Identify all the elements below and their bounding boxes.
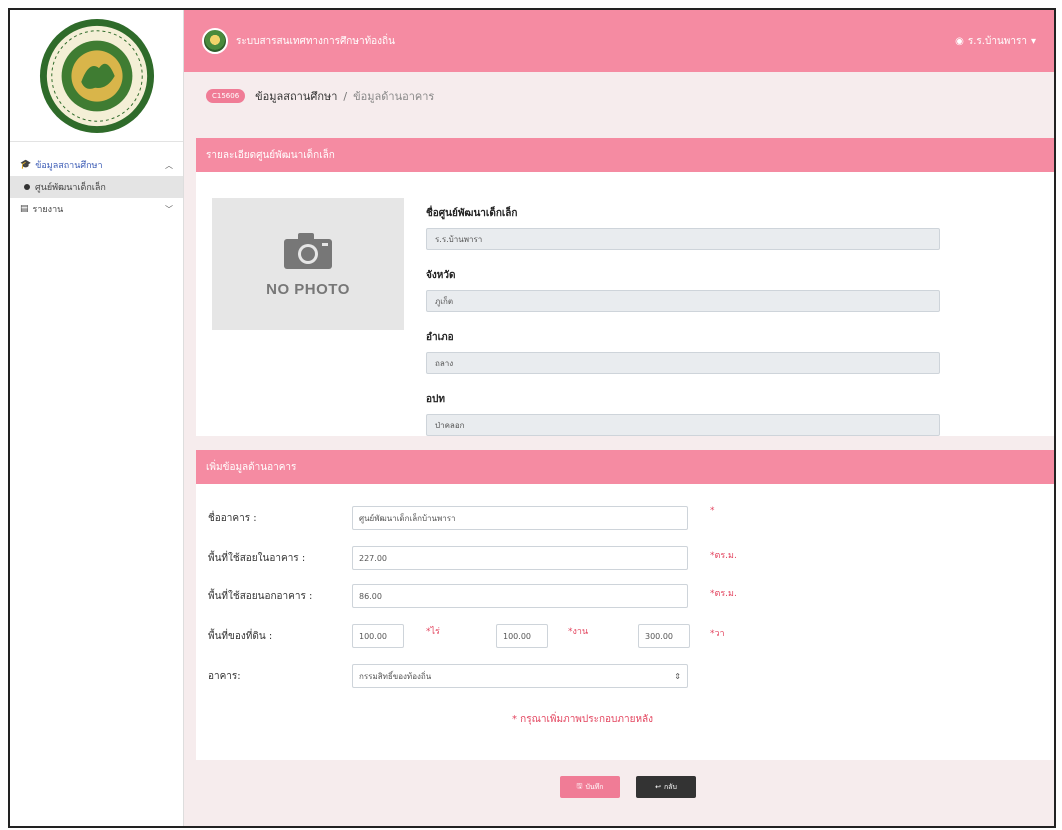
local-admin-label: อปท — [426, 394, 445, 405]
center-name-label: ชื่อศูนย์พัฒนาเด็กเล็ก — [426, 208, 518, 219]
back-label: กลับ — [663, 783, 677, 791]
sidebar-item-child-center[interactable]: ศูนย์พัฒนาเด็กเล็ก — [10, 176, 183, 198]
app-logo-icon — [202, 28, 228, 54]
land-ngan-input[interactable]: 100.00 — [496, 624, 548, 648]
rai-unit: *ไร่ — [426, 627, 440, 637]
building-form-card: เพิ่มข้อมูลด้านอาคาร ชื่ออาคาร : ศูนย์พั… — [196, 450, 1054, 760]
outdoor-area-label: พื้นที่ใช้สอยนอกอาคาร : — [208, 591, 313, 602]
form-actions: 🖫 บันทึก ↩ กลับ — [560, 776, 696, 798]
save-label: บันทึก — [585, 783, 604, 791]
select-arrows-icon: ⇕ — [674, 671, 681, 681]
details-card-title: รายละเอียดศูนย์พัฒนาเด็กเล็ก — [196, 138, 1054, 172]
land-area-row: พื้นที่ของที่ดิน : 100.00 *ไร่ 100.00 *ง… — [196, 624, 1054, 648]
breadcrumb: C15606 ข้อมูลสถานศึกษา / ข้อมูลด้านอาคาร — [184, 72, 1054, 120]
photo-hint: * กรุณาเพิ่มภาพประกอบภายหลัง — [512, 714, 654, 725]
building-name-input[interactable]: ศูนย์พัฒนาเด็กเล็กบ้านพารา — [352, 506, 688, 530]
app-window: 🎓 ข้อมูลสถานศึกษา ︿ ศูนย์พัฒนาเด็กเล็ก ▤… — [8, 8, 1056, 828]
ngan-unit: *งาน — [568, 627, 589, 637]
save-button[interactable]: 🖫 บันทึก — [560, 776, 620, 798]
camera-icon — [284, 232, 332, 269]
breadcrumb-item-building-info: ข้อมูลด้านอาคาร — [353, 90, 435, 103]
main-content: ระบบสารสนเทศทางการศึกษาท้องถิ่น ◉ ร.ร.บ้… — [184, 10, 1054, 826]
caret-down-icon: ▾ — [1030, 35, 1036, 47]
logo-area — [10, 10, 183, 142]
indoor-area-row: พื้นที่ใช้สอยในอาคาร : 227.00 *ตร.ม. — [196, 546, 1054, 570]
building-type-row: อาคาร: กรรมสิทธิ์ของท้องถิ่น ⇕ — [196, 664, 1054, 688]
sidebar-item-label: ข้อมูลสถานศึกษา — [35, 161, 103, 171]
side-menu: 🎓 ข้อมูลสถานศึกษา ︿ ศูนย์พัฒนาเด็กเล็ก ▤… — [10, 142, 183, 220]
report-icon: ▤ — [20, 204, 29, 214]
user-name: ร.ร.บ้านพารา — [967, 35, 1027, 47]
outdoor-area-unit: *ตร.ม. — [710, 589, 737, 599]
chevron-down-icon: ﹀ — [165, 204, 173, 214]
back-button[interactable]: ↩ กลับ — [636, 776, 696, 798]
province-label: จังหวัด — [426, 270, 456, 281]
app-title: ระบบสารสนเทศทางการศึกษาท้องถิ่น — [236, 35, 395, 47]
building-name-row: ชื่ออาคาร : ศูนย์พัฒนาเด็กเล็กบ้านพารา * — [196, 506, 1054, 530]
indoor-area-unit: *ตร.ม. — [710, 551, 737, 561]
chevron-up-icon: ︿ — [165, 160, 173, 170]
sidebar: 🎓 ข้อมูลสถานศึกษา ︿ ศูนย์พัฒนาเด็กเล็ก ▤… — [10, 10, 184, 826]
outdoor-area-input[interactable]: 86.00 — [352, 584, 688, 608]
back-arrow-icon: ↩ — [655, 784, 661, 791]
building-type-selected: กรรมสิทธิ์ของท้องถิ่น — [359, 671, 432, 681]
land-area-label: พื้นที่ของที่ดิน : — [208, 631, 273, 642]
district-label: อำเภอ — [426, 332, 454, 343]
land-rai-input[interactable]: 100.00 — [352, 624, 404, 648]
department-seal-logo — [39, 18, 154, 133]
user-icon: ◉ — [955, 35, 964, 47]
sidebar-item-report[interactable]: ▤ รายงาน ﹀ — [10, 198, 183, 220]
sidebar-item-label: ศูนย์พัฒนาเด็กเล็ก — [35, 183, 106, 193]
save-icon: 🖫 — [576, 782, 583, 790]
indoor-area-input[interactable]: 227.00 — [352, 546, 688, 570]
building-type-label: อาคาร: — [208, 671, 241, 682]
user-menu[interactable]: ◉ ร.ร.บ้านพารา ▾ — [955, 34, 1036, 49]
building-type-select[interactable]: กรรมสิทธิ์ของท้องถิ่น ⇕ — [352, 664, 688, 688]
building-form-title: เพิ่มข้อมูลด้านอาคาร — [196, 450, 1054, 484]
outdoor-area-row: พื้นที่ใช้สอยนอกอาคาร : 86.00 *ตร.ม. — [196, 584, 1054, 608]
district-field: ถลาง — [426, 352, 940, 374]
center-info: ชื่อศูนย์พัฒนาเด็กเล็ก ร.ร.บ้านพารา จังห… — [426, 206, 940, 454]
province-field: ภูเก็ต — [426, 290, 940, 312]
top-bar: ระบบสารสนเทศทางการศึกษาท้องถิ่น ◉ ร.ร.บ้… — [184, 10, 1054, 72]
required-marker: * — [710, 506, 715, 516]
no-photo-label: NO PHOTO — [266, 280, 350, 298]
building-name-label: ชื่ออาคาร : — [208, 513, 257, 524]
sidebar-item-school-info[interactable]: 🎓 ข้อมูลสถานศึกษา ︿ — [10, 154, 183, 176]
breadcrumb-separator: / — [343, 89, 348, 103]
bullet-icon — [24, 184, 30, 190]
wa-unit: *วา — [710, 629, 725, 639]
page-code-badge: C15606 — [206, 89, 246, 103]
breadcrumb-item-school-info[interactable]: ข้อมูลสถานศึกษา — [255, 87, 337, 105]
details-card: รายละเอียดศูนย์พัฒนาเด็กเล็ก NO PHOTO ชื… — [196, 138, 1054, 436]
indoor-area-label: พื้นที่ใช้สอยในอาคาร : — [208, 553, 306, 564]
graduation-cap-icon: 🎓 — [20, 160, 32, 170]
sidebar-item-label: รายงาน — [32, 205, 64, 215]
photo-placeholder: NO PHOTO — [212, 198, 404, 330]
local-admin-field: ป่าคลอก — [426, 414, 940, 436]
land-wa-input[interactable]: 300.00 — [638, 624, 690, 648]
center-name-field: ร.ร.บ้านพารา — [426, 228, 940, 250]
